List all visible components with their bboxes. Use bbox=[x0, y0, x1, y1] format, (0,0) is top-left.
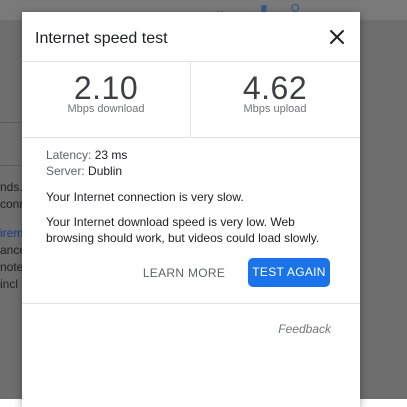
background-link: irem bbox=[0, 226, 24, 240]
latency-value: 23 ms bbox=[94, 148, 128, 162]
connection-details: Latency: 23 ms Server: Dublin bbox=[46, 147, 127, 179]
latency-label: Latency: bbox=[46, 148, 92, 162]
speed-test-dialog: Internet speed test 2.10 Mbps download 4… bbox=[22, 12, 360, 407]
background-text: incl bbox=[0, 277, 19, 291]
background-divider bbox=[0, 122, 22, 123]
feedback-link[interactable]: Feedback bbox=[272, 321, 331, 337]
background-text: note bbox=[0, 260, 24, 274]
close-icon bbox=[330, 30, 344, 44]
connection-detail-message: Your Internet download speed is very low… bbox=[46, 215, 320, 245]
dialog-title: Internet speed test bbox=[35, 30, 168, 47]
connection-status-message: Your Internet connection is very slow. bbox=[46, 190, 244, 204]
close-button[interactable] bbox=[325, 25, 349, 49]
download-speed-value: 2.10 bbox=[73, 70, 139, 106]
upload-speed-unit: Mbps upload bbox=[243, 103, 307, 115]
test-again-button[interactable]: TEST AGAIN bbox=[248, 258, 330, 287]
server-label: Server: bbox=[46, 164, 85, 178]
dialog-header: Internet speed test bbox=[22, 12, 360, 61]
actions-divider bbox=[22, 303, 360, 304]
server-row: Server: Dublin bbox=[46, 163, 127, 179]
download-metric: 2.10 Mbps download bbox=[22, 61, 190, 137]
upload-speed-value: 4.62 bbox=[242, 70, 308, 106]
upload-metric: 4.62 Mbps upload bbox=[191, 61, 359, 137]
learn-more-button[interactable]: LEARN MORE bbox=[139, 259, 229, 287]
latency-row: Latency: 23 ms bbox=[46, 147, 127, 163]
background-divider bbox=[0, 165, 22, 166]
download-speed-unit: Mbps download bbox=[67, 103, 145, 115]
metrics-divider bbox=[22, 137, 360, 138]
server-value: Dublin bbox=[88, 164, 123, 178]
background-text: nds. bbox=[0, 180, 23, 194]
